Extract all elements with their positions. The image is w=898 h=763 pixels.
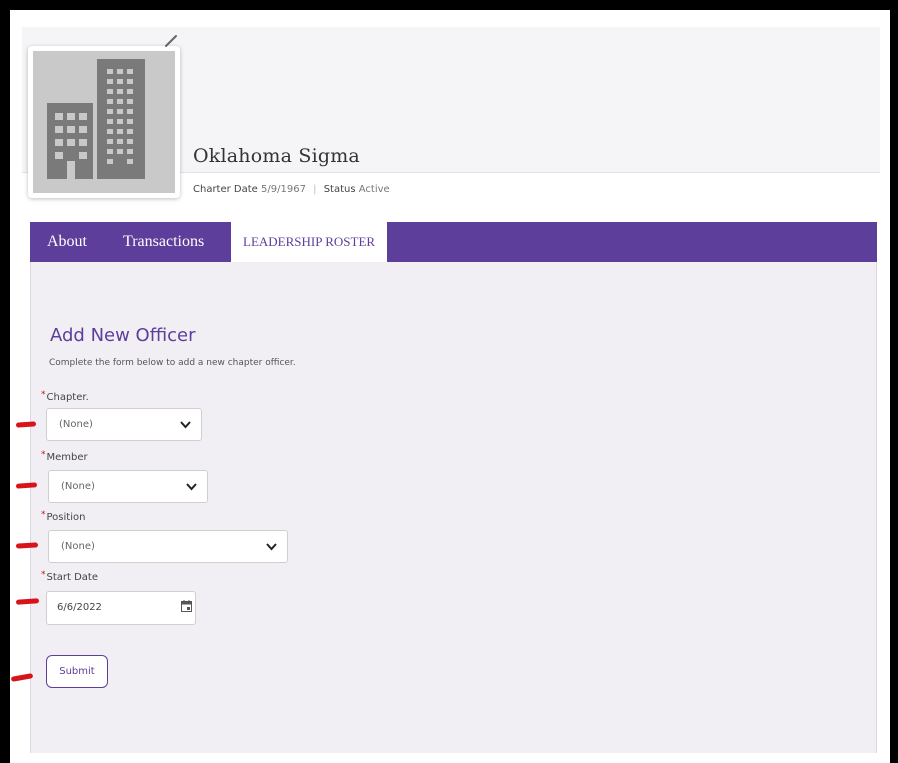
- charter-date-label: Charter Date: [193, 184, 258, 195]
- tab-transactions[interactable]: Transactions: [123, 222, 204, 262]
- tab-leadership-roster[interactable]: LEADERSHIP ROSTER: [231, 222, 388, 264]
- chapter-avatar: [28, 46, 180, 198]
- member-select[interactable]: (None): [48, 470, 208, 503]
- window-edge: [890, 0, 898, 763]
- start-date-label-text: Start Date: [46, 572, 99, 583]
- member-label-text: Member: [46, 452, 88, 463]
- tab-about[interactable]: About: [47, 222, 87, 262]
- position-label-text: Position: [46, 512, 86, 523]
- form-title: Add New Officer: [50, 325, 196, 346]
- position-select-value: (None): [61, 541, 95, 552]
- required-marker: *: [41, 570, 46, 580]
- pencil-icon[interactable]: [164, 34, 178, 48]
- calendar-icon[interactable]: [181, 600, 192, 612]
- required-marker: *: [41, 390, 46, 400]
- page-title: Oklahoma Sigma: [193, 145, 360, 167]
- start-date-input[interactable]: 6/6/2022: [46, 591, 196, 625]
- building-icon: [47, 59, 145, 179]
- meta-separator: |: [313, 184, 317, 195]
- chapter-select-value: (None): [59, 419, 93, 430]
- tab-bar: About Transactions LEADERSHIP ROSTER: [30, 222, 877, 264]
- member-field-label: *Member: [41, 450, 88, 463]
- status-value: Active: [358, 184, 390, 195]
- chevron-down-icon: [186, 483, 197, 491]
- position-field-label: *Position: [41, 510, 86, 523]
- start-date-field-label: *Start Date: [41, 570, 99, 583]
- status-label: Status: [323, 184, 356, 195]
- position-select[interactable]: (None): [48, 530, 288, 563]
- chapter-select[interactable]: (None): [46, 408, 202, 441]
- chapter-label-text: Chapter.: [46, 392, 89, 403]
- chapter-field-label: *Chapter.: [41, 390, 89, 403]
- required-marker: *: [41, 510, 46, 520]
- charter-date-value: 5/9/1967: [261, 184, 306, 195]
- required-marker: *: [41, 450, 46, 460]
- chevron-down-icon: [180, 421, 191, 429]
- submit-button[interactable]: Submit: [46, 655, 108, 688]
- member-select-value: (None): [61, 481, 95, 492]
- form-description: Complete the form below to add a new cha…: [49, 358, 296, 368]
- chapter-meta: Charter Date 5/9/1967 | Status Active: [193, 184, 390, 195]
- chevron-down-icon: [266, 543, 277, 551]
